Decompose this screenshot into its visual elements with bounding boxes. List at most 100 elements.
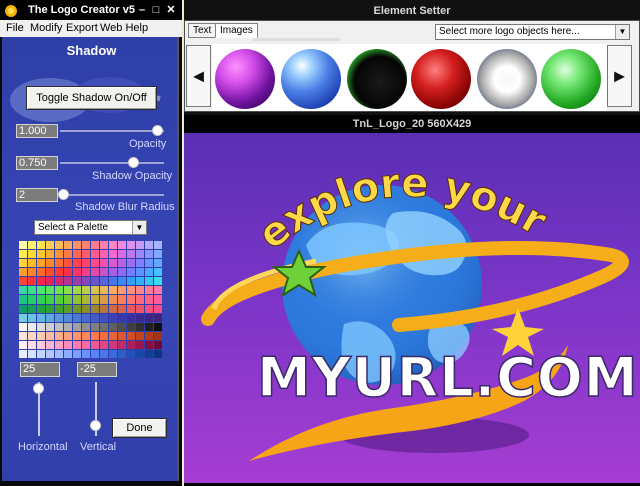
- palette-color-chip[interactable]: [109, 268, 117, 277]
- palette-color-chip[interactable]: [154, 295, 162, 304]
- palette-color-chip[interactable]: [82, 259, 90, 268]
- opacity-field[interactable]: 1.000: [16, 124, 58, 138]
- palette-color-chip[interactable]: [28, 295, 36, 304]
- palette-color-chip[interactable]: [37, 349, 45, 358]
- palette-color-chip[interactable]: [109, 331, 117, 340]
- palette-color-chip[interactable]: [145, 268, 153, 277]
- palette-color-chip[interactable]: [73, 295, 81, 304]
- palette-color-chip[interactable]: [127, 286, 135, 295]
- palette-color-chip[interactable]: [73, 259, 81, 268]
- palette-color-chip[interactable]: [37, 295, 45, 304]
- palette-color-chip[interactable]: [64, 250, 72, 259]
- palette-color-chip[interactable]: [55, 313, 63, 322]
- image-ball-green-black[interactable]: [347, 49, 407, 109]
- palette-color-chip[interactable]: [28, 250, 36, 259]
- palette-color-chip[interactable]: [145, 241, 153, 250]
- palette-color-chip[interactable]: [82, 331, 90, 340]
- vertical-offset-field[interactable]: -25: [77, 362, 117, 377]
- palette-color-chip[interactable]: [28, 349, 36, 358]
- palette-color-chip[interactable]: [145, 295, 153, 304]
- palette-color-chip[interactable]: [136, 313, 144, 322]
- palette-color-chip[interactable]: [28, 259, 36, 268]
- palette-color-chip[interactable]: [55, 304, 63, 313]
- palette-color-chip[interactable]: [109, 241, 117, 250]
- palette-color-chip[interactable]: [55, 331, 63, 340]
- palette-color-chip[interactable]: [127, 259, 135, 268]
- palette-color-chip[interactable]: [127, 331, 135, 340]
- palette-color-chip[interactable]: [46, 268, 54, 277]
- palette-color-chip[interactable]: [91, 304, 99, 313]
- palette-color-chip[interactable]: [154, 304, 162, 313]
- palette-color-chip[interactable]: [37, 259, 45, 268]
- palette-color-chip[interactable]: [136, 322, 144, 331]
- palette-color-chip[interactable]: [118, 250, 126, 259]
- palette-color-chip[interactable]: [109, 277, 117, 286]
- palette-color-chip[interactable]: [55, 295, 63, 304]
- palette-color-chip[interactable]: [46, 313, 54, 322]
- palette-color-chip[interactable]: [154, 340, 162, 349]
- palette-color-chip[interactable]: [136, 268, 144, 277]
- palette-color-chip[interactable]: [73, 286, 81, 295]
- palette-color-chip[interactable]: [28, 241, 36, 250]
- maximize-icon[interactable]: □: [150, 4, 162, 16]
- vertical-knob[interactable]: [90, 420, 101, 431]
- palette-color-chip[interactable]: [82, 268, 90, 277]
- palette-color-chip[interactable]: [28, 277, 36, 286]
- palette-color-chip[interactable]: [100, 349, 108, 358]
- palette-color-chip[interactable]: [73, 322, 81, 331]
- palette-color-chip[interactable]: [118, 331, 126, 340]
- palette-color-chip[interactable]: [37, 277, 45, 286]
- palette-color-chip[interactable]: [73, 250, 81, 259]
- palette-color-chip[interactable]: [154, 349, 162, 358]
- palette-color-chip[interactable]: [154, 259, 162, 268]
- palette-color-chip[interactable]: [73, 277, 81, 286]
- palette-color-chip[interactable]: [136, 349, 144, 358]
- palette-color-chip[interactable]: [37, 268, 45, 277]
- done-button[interactable]: Done: [112, 418, 167, 438]
- palette-color-chip[interactable]: [118, 277, 126, 286]
- palette-color-chip[interactable]: [82, 304, 90, 313]
- palette-color-chip[interactable]: [136, 304, 144, 313]
- palette-color-chip[interactable]: [118, 349, 126, 358]
- palette-color-chip[interactable]: [19, 259, 27, 268]
- palette-color-chip[interactable]: [46, 259, 54, 268]
- palette-color-chip[interactable]: [127, 250, 135, 259]
- palette-color-chip[interactable]: [127, 277, 135, 286]
- palette-color-chip[interactable]: [91, 268, 99, 277]
- palette-color-chip[interactable]: [64, 349, 72, 358]
- palette-color-chip[interactable]: [82, 295, 90, 304]
- palette-color-chip[interactable]: [100, 331, 108, 340]
- palette-color-chip[interactable]: [154, 241, 162, 250]
- palette-color-chip[interactable]: [55, 340, 63, 349]
- title-bar[interactable]: The Logo Creator v5 – □ ✕: [0, 0, 182, 22]
- palette-color-chip[interactable]: [46, 304, 54, 313]
- palette-color-chip[interactable]: [19, 322, 27, 331]
- palette-color-chip[interactable]: [37, 313, 45, 322]
- palette-color-chip[interactable]: [91, 295, 99, 304]
- palette-color-chip[interactable]: [109, 259, 117, 268]
- logo-canvas[interactable]: explore your world MYURL.COM: [184, 133, 640, 483]
- palette-color-chip[interactable]: [127, 322, 135, 331]
- image-ball-purple[interactable]: [215, 49, 275, 109]
- palette-color-chip[interactable]: [136, 259, 144, 268]
- palette-color-chip[interactable]: [100, 268, 108, 277]
- palette-color-chip[interactable]: [154, 322, 162, 331]
- palette-color-chip[interactable]: [109, 250, 117, 259]
- palette-color-chip[interactable]: [46, 250, 54, 259]
- palette-color-chip[interactable]: [100, 259, 108, 268]
- image-ball-red[interactable]: [411, 49, 471, 109]
- palette-color-chip[interactable]: [28, 304, 36, 313]
- palette-color-chip[interactable]: [19, 268, 27, 277]
- image-ball-blue[interactable]: [281, 49, 341, 109]
- palette-color-chip[interactable]: [37, 286, 45, 295]
- palette-color-chip[interactable]: [37, 322, 45, 331]
- palette-color-chip[interactable]: [109, 286, 117, 295]
- palette-color-chip[interactable]: [55, 277, 63, 286]
- palette-select[interactable]: Select a Palette ▼: [34, 220, 147, 235]
- palette-color-chip[interactable]: [37, 250, 45, 259]
- palette-color-chip[interactable]: [55, 322, 63, 331]
- palette-color-chip[interactable]: [82, 322, 90, 331]
- palette-color-chip[interactable]: [73, 340, 81, 349]
- palette-color-chip[interactable]: [118, 241, 126, 250]
- palette-color-chip[interactable]: [136, 277, 144, 286]
